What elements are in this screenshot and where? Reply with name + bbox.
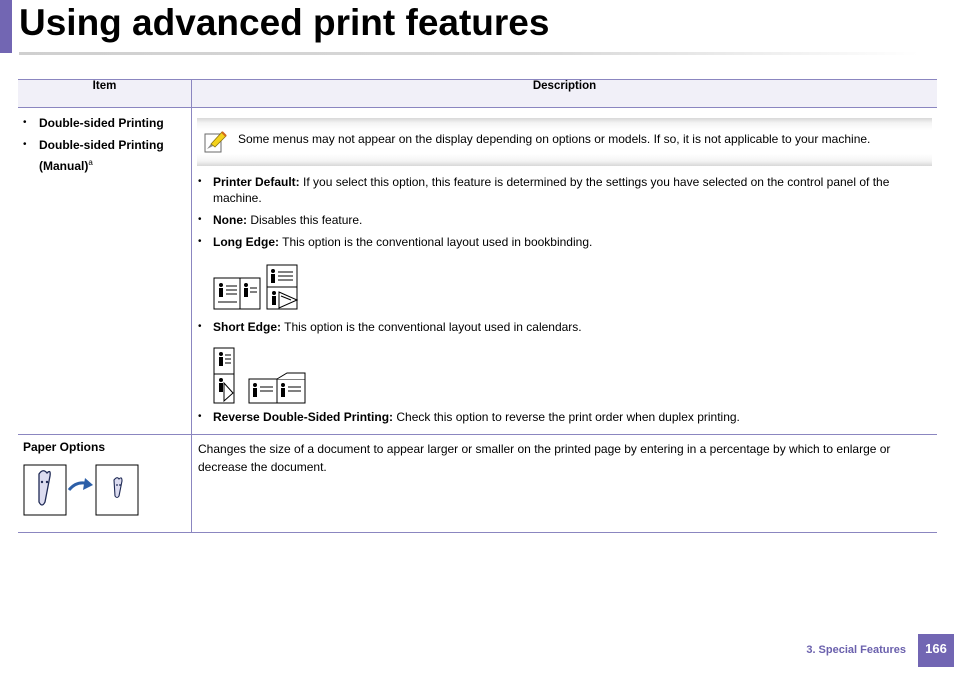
title-divider (19, 52, 919, 55)
page-number: 166 (918, 634, 954, 667)
option-list: Printer Default: If you select this opti… (197, 174, 937, 250)
list-item: Long Edge: This option is the convention… (197, 234, 937, 250)
list-item: Double-sided Printing (23, 114, 191, 132)
features-table: Item Description Double-sided Printing D… (18, 79, 937, 533)
item-label: Double-sided Printing (Manual) (39, 138, 164, 173)
long-edge-duplex-icon (213, 264, 299, 310)
item-cell: Paper Options (18, 434, 192, 533)
long-edge-illustration (213, 264, 937, 311)
note-pencil-icon (204, 131, 227, 153)
option-text: This option is the conventional layout u… (279, 235, 593, 249)
list-item: Double-sided Printing (Manual)a (23, 136, 191, 175)
item-cell: Double-sided Printing Double-sided Print… (18, 107, 192, 435)
footer-section-label: 3. Special Features (806, 644, 906, 656)
option-list: Reverse Double-Sided Printing: Check thi… (197, 409, 937, 425)
short-edge-duplex-icon (213, 347, 306, 404)
option-list: Short Edge: This option is the conventio… (197, 319, 937, 335)
list-item: Printer Default: If you select this opti… (197, 174, 937, 206)
page-title: Using advanced print features (19, 2, 550, 43)
option-label: Printer Default: (213, 175, 300, 189)
list-item: Short Edge: This option is the conventio… (197, 319, 937, 335)
item-label: Paper Options (23, 440, 106, 454)
table-header-row: Item Description (18, 79, 937, 108)
description-cell: Changes the size of a document to appear… (191, 434, 937, 533)
option-text: This option is the conventional layout u… (281, 320, 582, 334)
note-text: Some menus may not appear on the display… (238, 132, 871, 146)
short-edge-illustration (213, 347, 937, 405)
item-label: Double-sided Printing (39, 116, 164, 130)
option-label: Short Edge: (213, 320, 281, 334)
item-list: Double-sided Printing Double-sided Print… (18, 114, 191, 175)
option-text: Disables this feature. (247, 213, 363, 227)
note-box: Some menus may not appear on the display… (197, 118, 932, 166)
list-item: Reverse Double-Sided Printing: Check thi… (197, 409, 937, 425)
option-label: Reverse Double-Sided Printing: (213, 410, 394, 424)
paper-options-description: Changes the size of a document to appear… (198, 442, 891, 474)
list-item: None: Disables this feature. (197, 212, 937, 228)
option-label: Long Edge: (213, 235, 279, 249)
table-row: Double-sided Printing Double-sided Print… (18, 107, 937, 435)
title-accent-bar (0, 0, 12, 53)
table-row: Paper Options Changes the size of a docu… (18, 434, 937, 533)
option-label: None: (213, 213, 247, 227)
scaling-carrot-icon (23, 464, 139, 516)
header-item: Item (18, 79, 192, 108)
header-description: Description (191, 79, 937, 108)
footnote-marker: a (88, 158, 93, 167)
option-text: Check this option to reverse the print o… (393, 410, 740, 424)
option-text: If you select this option, this feature … (213, 175, 890, 205)
description-cell: Some menus may not appear on the display… (191, 107, 937, 435)
